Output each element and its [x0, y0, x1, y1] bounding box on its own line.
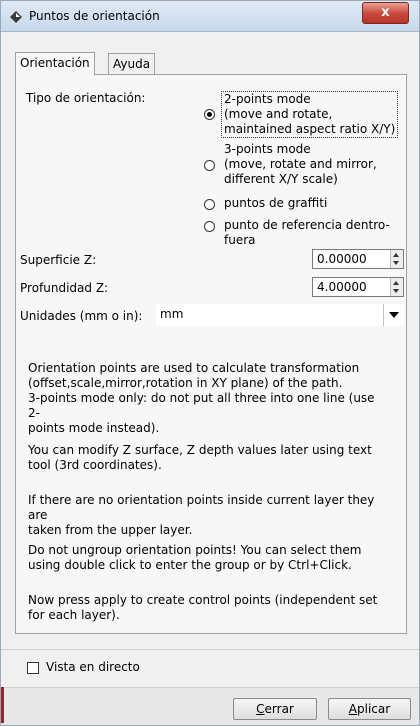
spin-down-icon[interactable]: [393, 289, 399, 293]
depth-z-spinbox[interactable]: 4.00000: [312, 277, 404, 297]
tab-panel: Tipo de orientación: 2-points mode (move…: [15, 74, 407, 634]
depth-z-stepper[interactable]: [390, 278, 403, 296]
apply-button[interactable]: Aplicar: [328, 698, 411, 720]
tab-orientacion[interactable]: Orientación: [15, 52, 95, 75]
info-paragraph-4: Do not ungroup orientation points! You c…: [28, 543, 362, 572]
depth-z-value[interactable]: 4.00000: [317, 280, 367, 294]
radio-punto-referencia[interactable]: [204, 221, 215, 232]
title-bar[interactable]: Puntos de orientación x: [1, 1, 419, 32]
surface-z-spinbox[interactable]: 0.00000: [312, 249, 404, 269]
close-icon: x: [381, 5, 390, 20]
info-paragraph-1: Orientation points are used to calculate…: [28, 361, 375, 435]
close-button[interactable]: Cerrar: [233, 698, 317, 720]
spin-up-icon[interactable]: [393, 281, 399, 285]
live-preview-label[interactable]: Vista en directo: [46, 660, 140, 674]
spin-down-icon[interactable]: [393, 261, 399, 265]
units-selected-value: mm: [160, 307, 184, 321]
radio-label-puntos-de-graffiti[interactable]: puntos de graffiti: [224, 196, 327, 211]
radio-puntos-de-graffiti[interactable]: [204, 199, 215, 210]
surface-z-stepper[interactable]: [390, 250, 403, 268]
window-title: Puntos de orientación: [29, 9, 160, 23]
radio-label-2-points-mode[interactable]: 2-points mode (move and rotate, maintain…: [221, 91, 399, 138]
tab-ayuda[interactable]: Ayuda: [108, 53, 156, 74]
close-window-button[interactable]: x: [362, 2, 409, 24]
radio-label-3-points-mode[interactable]: 3-points mode (move, rotate and mirror, …: [224, 142, 377, 187]
window-edge-accent: [1, 687, 4, 723]
radio-2-points-mode[interactable]: [204, 109, 215, 120]
units-label: Unidades (mm o in):: [20, 309, 143, 323]
radio-3-points-mode[interactable]: [204, 160, 215, 171]
surface-z-value[interactable]: 0.00000: [317, 252, 367, 266]
units-select[interactable]: mm: [156, 304, 404, 326]
dialog-window: Puntos de orientación x Orientación Ayud…: [0, 0, 420, 726]
depth-z-label: Profundidad Z:: [20, 281, 109, 295]
orientation-type-label: Tipo de orientación:: [26, 91, 146, 105]
info-paragraph-5: Now press apply to create control points…: [28, 593, 378, 622]
app-icon: [9, 10, 23, 24]
live-preview-checkbox[interactable]: [27, 662, 39, 674]
info-paragraph-3: If there are no orientation points insid…: [28, 493, 375, 537]
separator: [1, 649, 419, 650]
radio-label-punto-referencia[interactable]: punto de referencia dentro-fuera: [224, 218, 406, 248]
button-bar: Cerrar Aplicar: [1, 687, 419, 725]
info-paragraph-2: You can modify Z surface, Z depth values…: [28, 443, 372, 472]
spin-up-icon[interactable]: [393, 253, 399, 257]
chevron-down-icon[interactable]: [383, 304, 404, 326]
surface-z-label: Superficie Z:: [20, 253, 97, 267]
